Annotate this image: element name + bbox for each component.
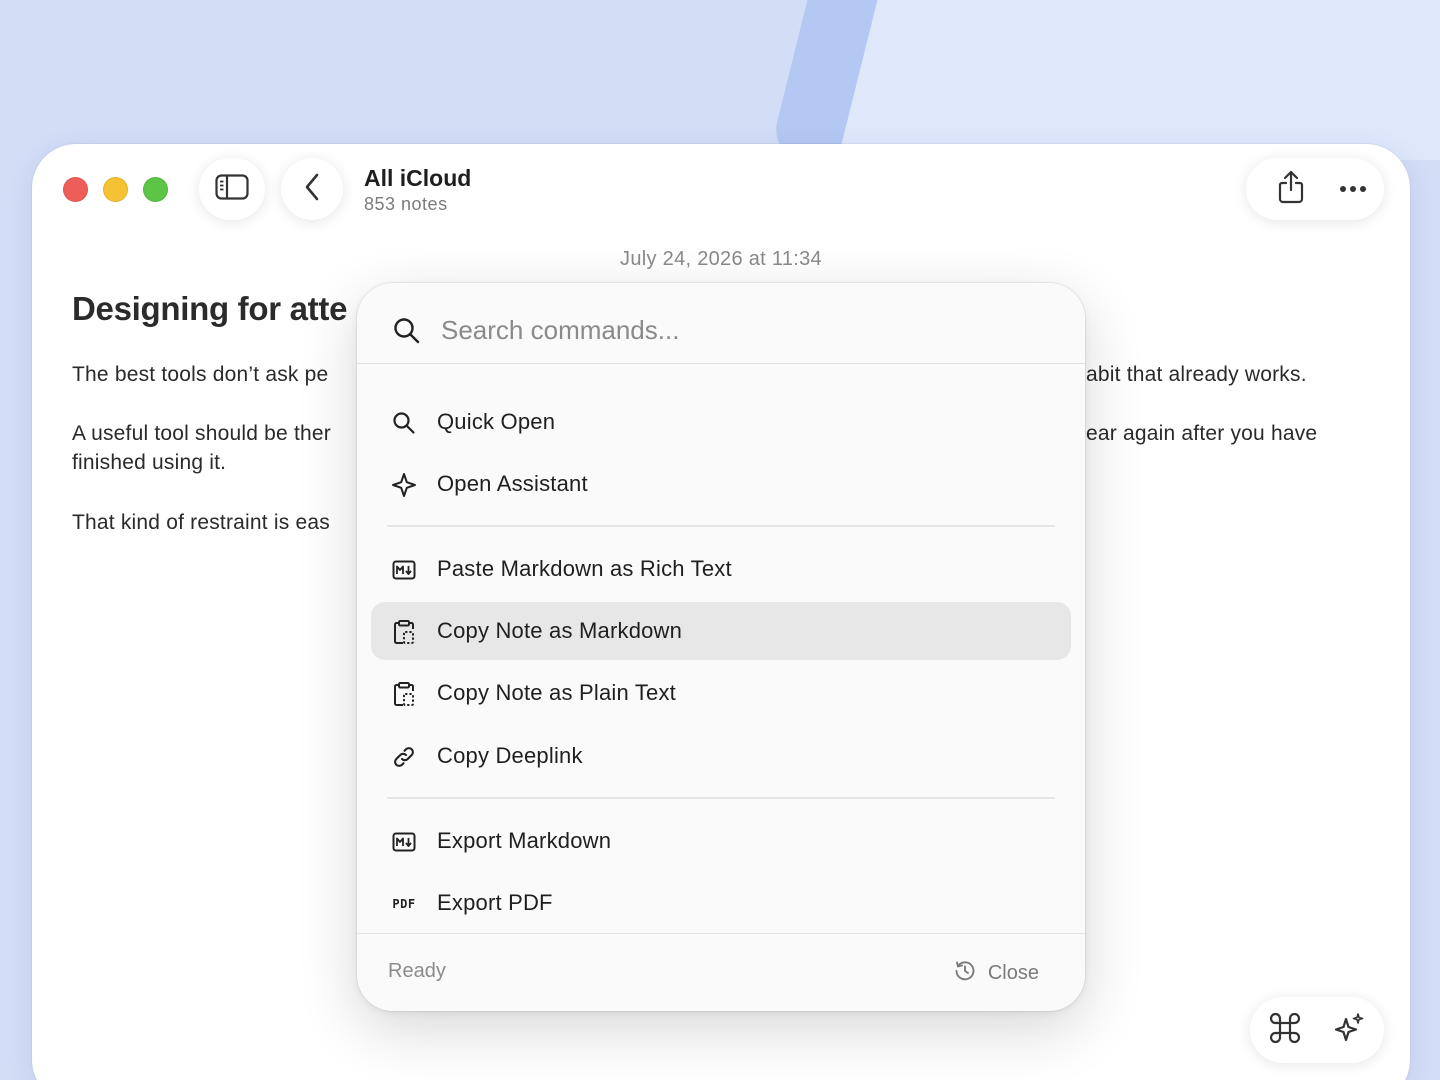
note-paragraph-3-left: That kind of restraint is eas [72,511,330,534]
pdf-icon: PDF [390,890,418,918]
link-icon [390,743,418,771]
close-window-button[interactable] [63,177,88,202]
assistant-button[interactable] [1318,999,1380,1061]
note-heading: Designing for atte [72,290,348,327]
more-button[interactable] [1322,158,1384,220]
command-item-copy-markdown[interactable]: Copy Note as Markdown [371,602,1071,660]
command-search-bar [357,283,1085,364]
close-label: Close [987,961,1039,984]
command-item-export-markdown[interactable]: Export Markdown [371,812,1071,870]
command-label: Copy Note as Markdown [437,618,683,643]
command-button[interactable] [1254,999,1316,1061]
folder-header: All iCloud 853 notes [364,164,471,216]
command-palette: Quick Open Open Assistant Paste Markdown… [357,283,1085,1011]
command-item-quick-open[interactable]: Quick Open [371,393,1071,451]
note-paragraph-1-right: abit that already works. [1086,363,1307,386]
clipboard-icon [390,618,418,646]
command-key-icon [1269,1012,1301,1049]
pdf-icon-text: PDF [392,897,416,911]
note-paragraph-2-right: ear again after you have [1086,422,1318,445]
share-icon [1277,170,1305,209]
command-label: Paste Markdown as Rich Text [437,556,732,581]
command-item-paste-markdown[interactable]: Paste Markdown as Rich Text [371,540,1071,598]
group-separator [387,525,1055,527]
note-date: July 24, 2026 at 11:34 [620,248,822,270]
search-icon [393,317,421,350]
command-label: Copy Deeplink [437,743,583,768]
ellipsis-icon [1339,180,1367,198]
toggle-sidebar-button[interactable] [199,158,265,220]
command-label: Export PDF [437,890,553,915]
command-search-input[interactable] [441,307,1041,353]
minimize-window-button[interactable] [103,177,128,202]
command-item-open-assistant[interactable]: Open Assistant [371,455,1071,513]
note-paragraph-1-left: The best tools don’t ask pe [72,363,329,386]
sparkle-icon [1333,1012,1365,1049]
markdown-icon [390,556,418,584]
sparkle-icon [390,471,418,499]
history-icon [954,960,976,987]
sidebar-icon [215,173,249,205]
command-label: Open Assistant [437,471,588,496]
bottom-toolbar [1250,997,1384,1063]
search-icon [390,409,418,437]
close-palette-button[interactable]: Close [954,958,1039,988]
status-text: Ready [388,960,446,982]
chevron-left-icon [304,173,320,206]
note-count: 853 notes [364,194,448,214]
command-label: Quick Open [437,409,556,434]
background-panel [820,0,1440,160]
palette-footer: Ready Close [357,933,1085,1011]
note-paragraph-2-left: A useful tool should be ther [72,422,331,445]
command-item-copy-deeplink[interactable]: Copy Deeplink [371,727,1071,785]
toolbar-actions [1246,158,1384,220]
clipboard-icon [390,680,418,708]
folder-title: All iCloud [364,165,472,191]
back-button[interactable] [281,158,343,220]
zoom-window-button[interactable] [143,177,168,202]
command-label: Copy Note as Plain Text [437,680,676,705]
command-item-export-pdf[interactable]: PDF Export PDF [371,874,1071,932]
share-button[interactable] [1260,158,1322,220]
command-item-copy-plain-text[interactable]: Copy Note as Plain Text [371,664,1071,722]
group-separator [387,797,1055,799]
command-label: Export Markdown [437,828,612,853]
markdown-icon [390,828,418,856]
note-paragraph-2-continued: finished using it. [72,451,227,474]
